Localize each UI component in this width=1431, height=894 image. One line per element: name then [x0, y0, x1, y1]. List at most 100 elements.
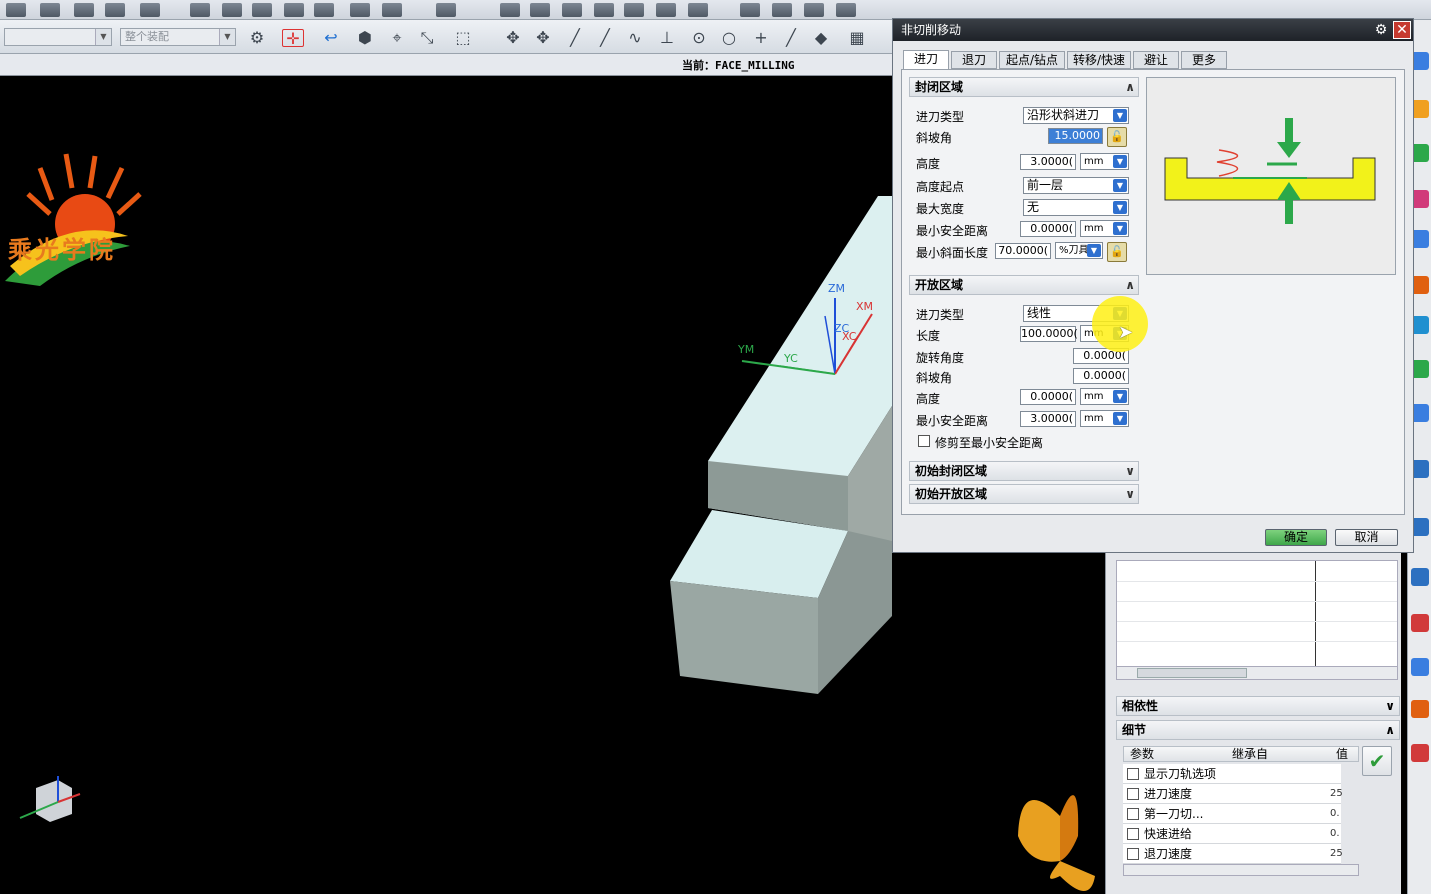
table-row[interactable]: 进刀速度 25	[1123, 784, 1343, 804]
move-icon[interactable]: ✥	[502, 29, 524, 47]
toolbar-icon[interactable]	[284, 3, 304, 17]
scroll-thumb[interactable]	[1137, 668, 1247, 678]
toolbar-icon[interactable]	[40, 3, 60, 17]
move2-icon[interactable]: ✥	[532, 29, 554, 47]
chevron-down-icon[interactable]: ▼	[1113, 179, 1127, 192]
navigator-tree[interactable]	[1116, 560, 1398, 670]
chevron-down-icon[interactable]: ∨	[1125, 485, 1135, 503]
perpendicular-icon[interactable]: ⊥	[656, 29, 678, 47]
list-icon[interactable]	[1411, 568, 1429, 586]
cross-icon[interactable]: +	[750, 29, 772, 47]
max-width-select[interactable]: 无 ▼	[1023, 199, 1129, 216]
toolbar-icon[interactable]	[436, 3, 456, 17]
chevron-up-icon[interactable]: ∧	[1125, 276, 1135, 294]
table-row[interactable]: 显示刀轨选项	[1123, 764, 1341, 784]
tab-retract[interactable]: 退刀	[951, 51, 997, 69]
toolbar-icon[interactable]	[562, 3, 582, 17]
closed-area-section[interactable]: 封闭区域 ∧	[909, 77, 1139, 97]
height-field[interactable]: 3.0000(	[1020, 154, 1076, 170]
tab-more[interactable]: 更多	[1181, 51, 1227, 69]
chevron-down-icon[interactable]: ▼	[1087, 244, 1101, 257]
filter-icon[interactable]: ⚙	[246, 29, 268, 47]
grid-scrollbar[interactable]	[1123, 864, 1359, 876]
arc-icon[interactable]: ∿	[624, 29, 646, 47]
row-checkbox[interactable]	[1127, 808, 1139, 820]
toolbar-icon[interactable]	[688, 3, 708, 17]
initial-open-section[interactable]: 初始开放区域 ∨	[909, 484, 1139, 504]
apply-check-icon[interactable]: ✔	[1362, 746, 1392, 776]
diagonal-icon[interactable]: ╱	[780, 29, 802, 47]
workpiece-model[interactable]	[670, 196, 892, 694]
tool2-icon[interactable]	[1411, 658, 1429, 676]
chevron-up-icon[interactable]: ∧	[1125, 78, 1135, 96]
gear-icon[interactable]: ⚙	[1373, 22, 1389, 38]
ramp-angle-field[interactable]: 15.0000	[1048, 128, 1103, 144]
chevron-down-icon[interactable]: ▼	[95, 29, 111, 45]
height-unit-select[interactable]: mm ▼	[1080, 153, 1129, 170]
line-icon[interactable]: ╱	[564, 29, 586, 47]
toolbar-icon[interactable]	[382, 3, 402, 17]
open-area-section[interactable]: 开放区域 ∧	[909, 275, 1139, 295]
toolbar-icon[interactable]	[656, 3, 676, 17]
tab-start-drill[interactable]: 起点/钻点	[999, 51, 1065, 69]
tab-transfer-rapid[interactable]: 转移/快速	[1067, 51, 1131, 69]
close-icon[interactable]: ✕	[1393, 21, 1411, 39]
dependency-section[interactable]: 相依性 ∨	[1116, 696, 1400, 716]
toolbar-icon[interactable]	[836, 3, 856, 17]
min-ramp-length-field[interactable]: 70.0000(	[995, 243, 1051, 259]
solid-icon[interactable]: ⬢	[354, 29, 376, 47]
row-checkbox[interactable]	[1127, 768, 1139, 780]
table-row[interactable]: 快速进给 0.	[1123, 824, 1341, 844]
table-row[interactable]: 第一刀切... 0.	[1123, 804, 1341, 824]
curve-icon[interactable]: ⤡	[416, 29, 438, 47]
toolbar-icon[interactable]	[804, 3, 824, 17]
toolbar-icon[interactable]	[740, 3, 760, 17]
initial-closed-section[interactable]: 初始封闭区域 ∨	[909, 461, 1139, 481]
toolbar-icon[interactable]	[74, 3, 94, 17]
open-ramp-angle-field[interactable]: 0.0000(	[1073, 368, 1129, 384]
toolbar-icon[interactable]	[350, 3, 370, 17]
min-clearance-unit-select[interactable]: mm ▼	[1080, 220, 1129, 237]
row-checkbox[interactable]	[1127, 848, 1139, 860]
chart-icon[interactable]	[1411, 614, 1429, 632]
height-from-select[interactable]: 前一层 ▼	[1023, 177, 1129, 194]
box-select-icon[interactable]: ⬚	[452, 29, 474, 47]
chevron-down-icon[interactable]: ▼	[1113, 201, 1127, 214]
toolbar-icon[interactable]	[772, 3, 792, 17]
circle-center-icon[interactable]: ⊙	[688, 29, 710, 47]
open-min-clearance-unit-select[interactable]: mm ▼	[1080, 410, 1129, 427]
toolbar-icon[interactable]	[105, 3, 125, 17]
lock-icon[interactable]: 🔓	[1107, 242, 1127, 262]
undo-icon[interactable]: ↩	[320, 29, 342, 47]
chevron-up-icon[interactable]: ∧	[1385, 721, 1395, 739]
chevron-down-icon[interactable]: ▼	[219, 29, 235, 45]
chevron-down-icon[interactable]: ∨	[1125, 462, 1135, 480]
ok-button[interactable]: 确定	[1265, 529, 1327, 546]
open-min-clearance-field[interactable]: 3.0000(	[1020, 411, 1076, 427]
table-row[interactable]: 退刀速度 25	[1123, 844, 1343, 864]
chevron-down-icon[interactable]: ▼	[1113, 390, 1127, 403]
tab-engage[interactable]: 进刀	[903, 50, 949, 70]
chevron-down-icon[interactable]: ▼	[1113, 155, 1127, 168]
chevron-down-icon[interactable]: ▼	[1113, 412, 1127, 425]
engage-type-select[interactable]: 沿形状斜进刀 ▼	[1023, 107, 1129, 124]
toolbar-icon[interactable]	[530, 3, 550, 17]
circle-icon[interactable]: ○	[718, 29, 740, 47]
toolbar-icon[interactable]	[222, 3, 242, 17]
toolbar-icon[interactable]	[140, 3, 160, 17]
chevron-down-icon[interactable]: ▼	[1113, 222, 1127, 235]
toolbar-icon[interactable]	[500, 3, 520, 17]
open-height-unit-select[interactable]: mm ▼	[1080, 388, 1129, 405]
grid-icon[interactable]: ▦	[846, 29, 868, 47]
horizontal-scrollbar[interactable]	[1116, 666, 1398, 680]
toolbar-icon[interactable]	[252, 3, 272, 17]
min-clearance-field[interactable]: 0.0000(	[1020, 221, 1076, 237]
view-triad-icon[interactable]	[19, 776, 81, 822]
tab-avoidance[interactable]: 避让	[1133, 51, 1179, 69]
min-ramp-length-unit-select[interactable]: %刀具 ▼	[1055, 242, 1103, 259]
toolbar-icon[interactable]	[624, 3, 644, 17]
chevron-down-icon[interactable]: ∨	[1385, 697, 1395, 715]
snap-point-icon[interactable]: ✛	[282, 29, 304, 48]
toolbar-icon[interactable]	[314, 3, 334, 17]
details-section[interactable]: 细节 ∧	[1116, 720, 1400, 740]
